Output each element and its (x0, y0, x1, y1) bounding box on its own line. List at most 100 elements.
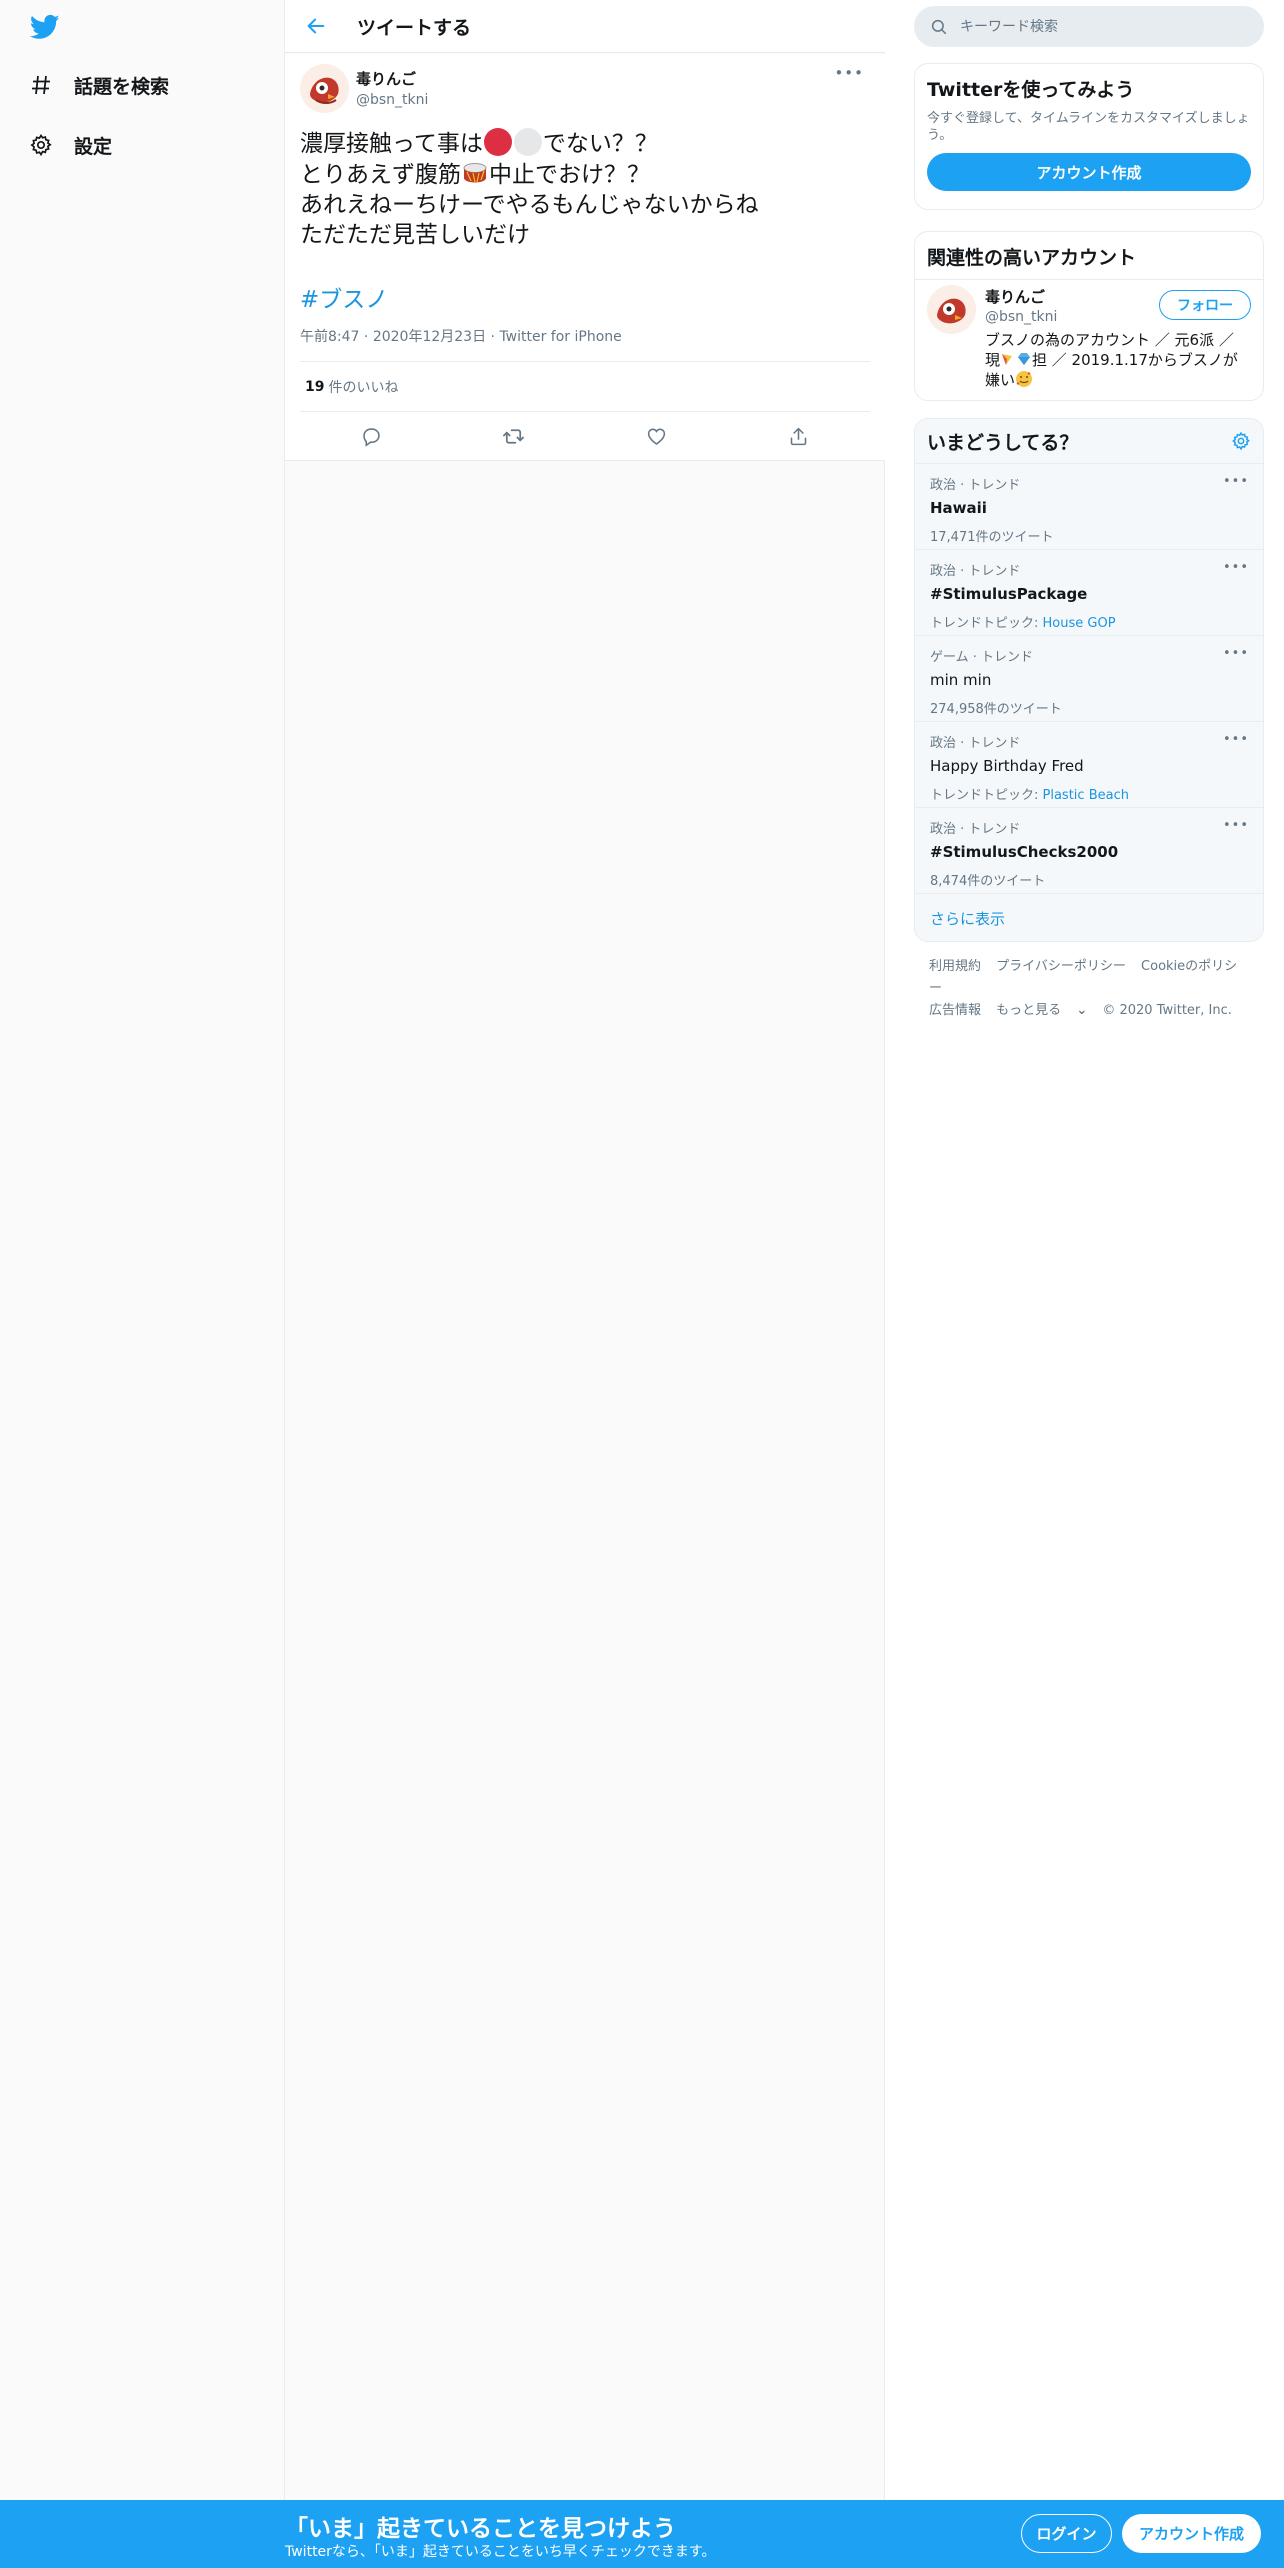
reply-icon (363, 427, 380, 447)
gear-icon[interactable] (1231, 431, 1251, 451)
footer-link-privacy[interactable]: プライバシーポリシー (996, 959, 1126, 974)
related-account[interactable]: 毒りんご @bsn_tkni ブスノの為のアカウント ／ 元6派 ／ 現担 ／ … (915, 280, 1263, 395)
trend-name: #StimulusChecks2000 (930, 843, 1119, 861)
copyright: © 2020 Twitter, Inc. (1102, 1003, 1232, 1018)
bio-line-2: 現 担 ／ 2019.1.17からブスノが (985, 350, 1245, 370)
hashtag-icon (28, 72, 54, 98)
gear-icon (28, 132, 54, 158)
footer-links: 利用規約 プライバシーポリシー Cookieのポリシー 広告情報 もっと見る ⌄… (929, 956, 1259, 1022)
arrow-left-icon (307, 18, 325, 34)
more-options-icon[interactable]: ••• (1223, 818, 1249, 833)
trend-item[interactable]: 政治 · トレンド #StimulusPackage トレンドトピック: Hou… (915, 550, 1263, 636)
author-handle: @bsn_tkni (356, 92, 429, 108)
trend-name: #StimulusPackage (930, 585, 1088, 603)
trend-name: Hawaii (930, 499, 987, 517)
bottom-signup-bar: 「いま」起きていることを見つけよう Twitterなら、「いま」起きていることを… (0, 2500, 1284, 2568)
balloon-emoji-icon (1002, 354, 1013, 365)
trend-name: min min (930, 671, 992, 689)
trend-topic-link[interactable]: Plastic Beach (1043, 788, 1129, 803)
trends-title: いまどうしてる？ (927, 431, 1079, 454)
avatar[interactable] (927, 285, 976, 334)
retweet-icon (503, 428, 525, 444)
create-account-button[interactable]: アカウント作成 (927, 153, 1251, 191)
like-button[interactable] (638, 418, 674, 454)
tweet-line-2: とりあえず腹筋 中止でおけ？？ (300, 159, 870, 190)
tweet-hashtag-link[interactable]: #ブスノ (300, 280, 870, 314)
search-box[interactable] (914, 6, 1264, 47)
twitter-logo-icon[interactable] (28, 12, 62, 42)
reply-button[interactable] (353, 418, 389, 454)
footer-link-more-label: もっと見る (996, 1003, 1062, 1018)
trend-category: 政治 · トレンド (930, 822, 1021, 837)
page-title: ツイートする (357, 16, 472, 39)
tweet-actions (300, 412, 870, 460)
bio-line-3-text: 嫌い (985, 371, 1016, 389)
avatar[interactable] (300, 64, 349, 113)
red-circle-emoji-icon (483, 128, 512, 156)
trend-item[interactable]: 政治 · トレンド #StimulusChecks2000 8,474件のツイー… (915, 808, 1263, 894)
tweet-source[interactable]: Twitter for iPhone (499, 329, 621, 345)
tweet-meta: 午前8:47 · 2020年12月23日 · Twitter for iPhon… (300, 326, 870, 362)
trend-tweet-count: 8,474件のツイート (930, 874, 1046, 889)
search-input[interactable] (960, 18, 1240, 35)
tweet-line-3: あれえねーちけーでやるもんじゃないからね (300, 192, 759, 218)
share-icon (790, 427, 807, 445)
tweet-line-4: ただただ見苦しいだけ (300, 222, 530, 248)
signup-button[interactable]: アカウント作成 (1122, 2514, 1261, 2553)
bio-line-2-end: 担 ／ 2019.1.17からブスノが (1032, 351, 1238, 369)
trend-item[interactable]: 政治 · トレンド Hawaii 17,471件のツイート ••• (915, 464, 1263, 550)
trend-item[interactable]: ゲーム · トレンド min min 274,958件のツイート ••• (915, 636, 1263, 722)
bio-line-2-start: 現 (985, 351, 1001, 369)
trend-category: ゲーム · トレンド (930, 650, 1034, 665)
main-column: ツイートする 毒りんご @bsn_tkni ••• 濃厚接触って事は でない？？… (285, 0, 885, 2500)
tweet-author[interactable]: 毒りんご @bsn_tkni (356, 68, 428, 108)
more-options-icon[interactable]: ••• (834, 64, 864, 82)
retweet-button[interactable] (496, 418, 532, 454)
likes-count: 19 (305, 378, 325, 395)
more-options-icon[interactable]: ••• (1223, 560, 1249, 575)
bio-line-3: 嫌い (985, 370, 1245, 390)
show-more-link[interactable]: さらに表示 (915, 894, 1263, 941)
footer-link-ads[interactable]: 広告情報 (929, 1003, 981, 1018)
related-account-bio: ブスノの為のアカウント ／ 元6派 ／ 現 担 ／ 2019.1.17からブスノが… (985, 330, 1245, 390)
signup-card-subtitle: 今すぐ登録して、タイムラインをカスタマイズしましょう。 (927, 111, 1250, 143)
drum-emoji-icon (461, 159, 489, 187)
trend-tweet-count: 274,958件のツイート (930, 702, 1062, 717)
bottom-bar-subtitle: Twitterなら、「いま」起きていることをいち早くチェックできます。 (285, 2544, 716, 2560)
trend-category: 政治 · トレンド (930, 564, 1021, 579)
tweet-time[interactable]: 午前8:47 (300, 329, 359, 345)
related-accounts-card: 関連性の高いアカウント 毒りんご @bsn_tkni ブスノの為のアカウント ／… (914, 231, 1264, 401)
follow-button[interactable]: フォロー (1159, 290, 1251, 320)
more-options-icon[interactable]: ••• (1223, 732, 1249, 747)
trends-header: いまどうしてる？ (915, 419, 1263, 464)
tweet-date[interactable]: 2020年12月23日 (373, 329, 486, 345)
likes-count-row[interactable]: 19 件のいいね (300, 362, 870, 412)
white-circle-emoji-icon (513, 128, 542, 156)
left-navigation: 話題を検索 設定 (0, 0, 285, 2500)
tweet-line-2-end: 中止でおけ？？ (489, 162, 650, 188)
search-icon (931, 19, 947, 34)
tweet-line-1-start: 濃厚接触って事は (300, 131, 483, 157)
gem-emoji-icon (1018, 353, 1031, 365)
back-button[interactable] (299, 9, 333, 43)
related-accounts-title: 関連性の高いアカウント (915, 232, 1263, 280)
more-options-icon[interactable]: ••• (1223, 646, 1249, 661)
trend-topic-link[interactable]: House GOP (1043, 616, 1116, 631)
more-options-icon[interactable]: ••• (1223, 474, 1249, 489)
trend-name: Happy Birthday Fred (930, 757, 1084, 775)
nav-item-explore[interactable]: 話題を検索 (28, 65, 169, 105)
trend-category: 政治 · トレンド (930, 736, 1021, 751)
share-button[interactable] (781, 418, 817, 454)
nav-item-settings[interactable]: 設定 (28, 125, 112, 165)
trend-item[interactable]: 政治 · トレンド Happy Birthday Fred トレンドトピック: … (915, 722, 1263, 808)
nav-item-explore-label: 話題を検索 (74, 75, 170, 98)
login-button[interactable]: ログイン (1021, 2514, 1112, 2553)
nav-item-settings-label: 設定 (74, 135, 113, 158)
trend-topic-label: トレンドトピック: (930, 788, 1043, 803)
footer-link-more[interactable]: もっと見る ⌄ (996, 1003, 1087, 1018)
signup-card-title: Twitterを使ってみよう (927, 79, 1135, 101)
tweet-line-2-start: とりあえず腹筋 (300, 162, 461, 188)
footer-link-terms[interactable]: 利用規約 (929, 959, 981, 974)
author-name: 毒りんご (356, 70, 417, 88)
likes-label: 件のいいね (328, 379, 399, 396)
